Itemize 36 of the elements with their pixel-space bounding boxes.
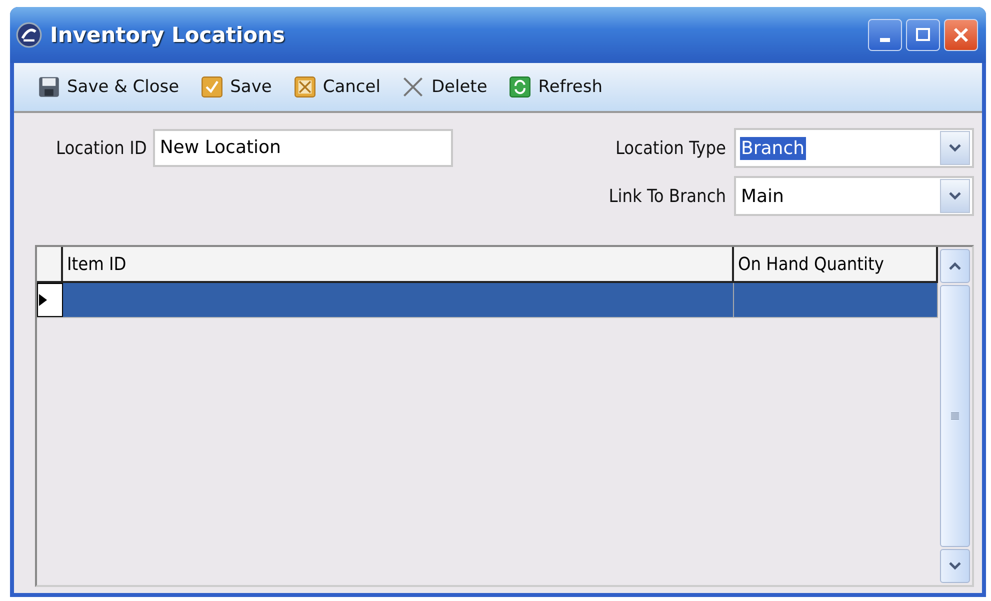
toolbar-button[interactable]: Save & Close — [34, 74, 184, 100]
x-icon — [402, 76, 424, 98]
checkbox-icon — [201, 76, 224, 98]
maximize-button[interactable] — [906, 19, 940, 51]
scroll-thumb[interactable] — [940, 285, 970, 547]
toolbar-button[interactable]: Cancel — [290, 74, 384, 100]
field-label: Link To Branch — [608, 186, 726, 206]
current-row-icon — [38, 293, 48, 307]
column-header[interactable]: On Hand Quantity — [734, 247, 938, 281]
close-button[interactable] — [944, 19, 978, 51]
toolbar-button[interactable]: Delete — [398, 74, 492, 100]
row-indicator[interactable] — [37, 283, 63, 317]
dropdown-button[interactable] — [940, 179, 970, 213]
minimize-icon — [880, 38, 890, 42]
chevron-down-icon — [948, 191, 962, 201]
dropdown-field[interactable]: Main — [734, 176, 974, 216]
location-id-field[interactable]: New Location — [152, 129, 453, 167]
scroll-down-button[interactable] — [940, 549, 970, 583]
cancel-icon — [294, 76, 316, 98]
toolbar-button[interactable]: Save — [197, 74, 276, 100]
grip-icon — [950, 412, 960, 420]
field-label: Location ID — [56, 138, 147, 158]
dropdown-field[interactable]: Branch — [734, 128, 974, 168]
dropdown-button[interactable] — [940, 131, 970, 165]
refresh-icon — [509, 76, 532, 98]
chevron-down-icon — [948, 143, 962, 153]
minimize-button[interactable] — [868, 19, 902, 51]
field-label: Location Type — [615, 138, 726, 158]
chevron-down-icon — [948, 561, 962, 571]
close-icon — [951, 25, 971, 45]
window-title: Inventory Locations — [50, 23, 286, 47]
chevron-up-icon — [948, 261, 962, 271]
scroll-up-button[interactable] — [940, 249, 970, 283]
column-header[interactable]: Item ID — [63, 247, 734, 281]
app-logo-icon — [16, 22, 42, 48]
toolbar-button[interactable]: Refresh — [505, 74, 606, 100]
